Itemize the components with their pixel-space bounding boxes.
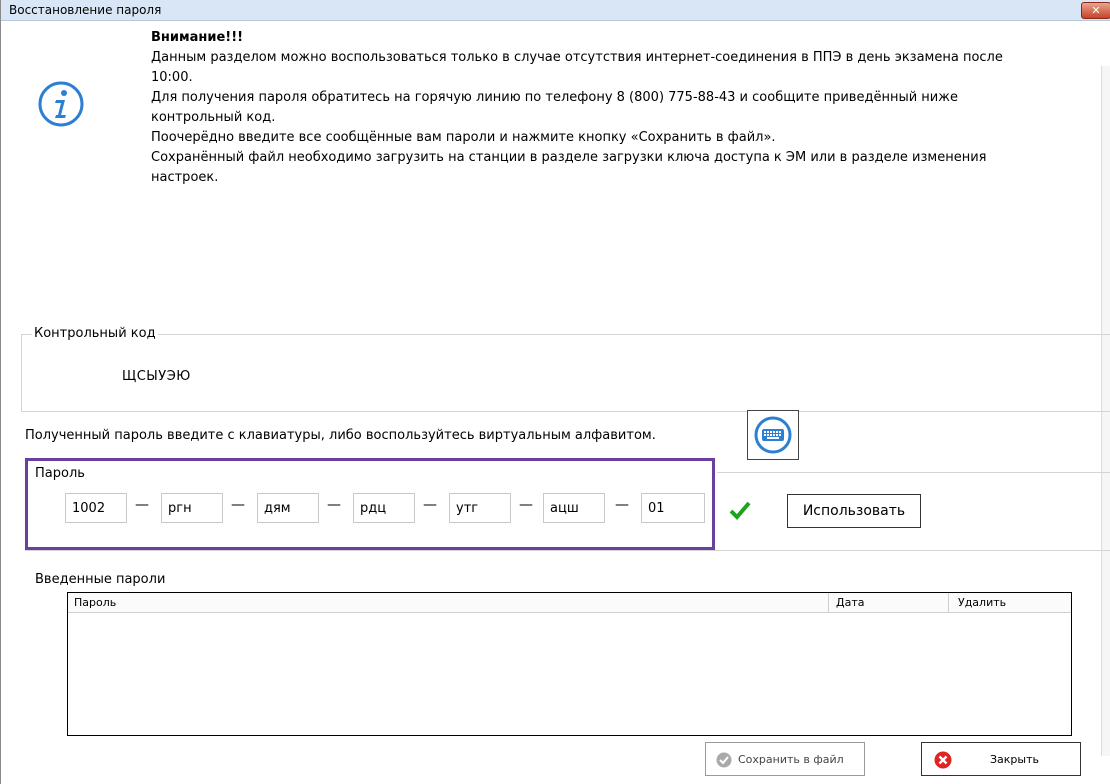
password-segment-6[interactable] (543, 493, 605, 523)
segment-separator: — (423, 497, 437, 513)
save-to-file-label: Сохранить в файл (738, 753, 844, 766)
column-header-delete[interactable]: Удалить (958, 596, 1006, 609)
window-close-button[interactable]: ✕ (1081, 2, 1110, 19)
warning-line: контрольный код. (151, 110, 276, 125)
password-group-border-bottom (25, 550, 1110, 551)
segment-separator: — (327, 497, 341, 513)
save-to-file-button[interactable]: Сохранить в файл (705, 742, 865, 776)
password-segment-2[interactable] (161, 493, 223, 523)
control-code-value: ЩСЫУЭЮ (122, 369, 191, 384)
segment-separator: — (615, 497, 629, 513)
entered-passwords-label: Введенные пароли (35, 572, 166, 587)
check-circle-icon (716, 752, 732, 768)
virtual-keyboard-button[interactable] (747, 410, 799, 460)
info-icon (38, 81, 84, 127)
password-segment-3[interactable] (257, 493, 319, 523)
use-password-button[interactable]: Использовать (787, 494, 921, 528)
warning-line: настроек. (151, 170, 219, 185)
close-circle-icon (934, 751, 952, 769)
password-hint: Полученный пароль введите с клавиатуры, … (25, 428, 656, 443)
column-header-password[interactable]: Пароль (74, 596, 116, 609)
password-segment-4[interactable] (353, 493, 415, 523)
close-button[interactable]: Закрыть (921, 742, 1081, 776)
segment-separator: — (135, 497, 149, 513)
password-group-border (717, 472, 1110, 473)
password-recovery-window: Восстановление пароля ✕ Внимание!!! Данн… (0, 0, 1110, 784)
password-legend: Пароль (35, 466, 85, 481)
column-separator (828, 593, 829, 613)
close-label: Закрыть (990, 753, 1039, 766)
password-segment-5[interactable] (449, 493, 511, 523)
checkmark-icon (729, 501, 751, 520)
segment-separator: — (231, 497, 245, 513)
warning-line: Сохранённый файл необходимо загрузить на… (151, 150, 987, 165)
window-title: Восстановление пароля (9, 3, 162, 17)
column-separator (948, 593, 949, 613)
warning-line: Для получения пароля обратитесь на горяч… (151, 90, 958, 105)
table-header: Пароль Дата Удалить (68, 593, 1071, 613)
column-header-date[interactable]: Дата (836, 596, 864, 609)
warning-heading: Внимание!!! (151, 30, 244, 45)
keyboard-icon (754, 416, 792, 454)
warning-line: Поочерёдно введите все сообщённые вам па… (151, 130, 776, 145)
password-segment-7[interactable] (641, 493, 705, 523)
warning-line: 10:00. (151, 70, 193, 85)
control-code-group: Контрольный код ЩСЫУЭЮ (21, 326, 1110, 412)
control-code-legend: Контрольный код (32, 326, 158, 341)
password-segment-1[interactable] (65, 493, 127, 523)
entered-passwords-table: Пароль Дата Удалить (67, 592, 1072, 736)
title-bar: Восстановление пароля ✕ (1, 0, 1110, 21)
warning-line: Данным разделом можно воспользоваться то… (151, 50, 1003, 65)
segment-separator: — (519, 497, 533, 513)
warning-text: Внимание!!! Данным разделом можно воспол… (151, 28, 1110, 188)
